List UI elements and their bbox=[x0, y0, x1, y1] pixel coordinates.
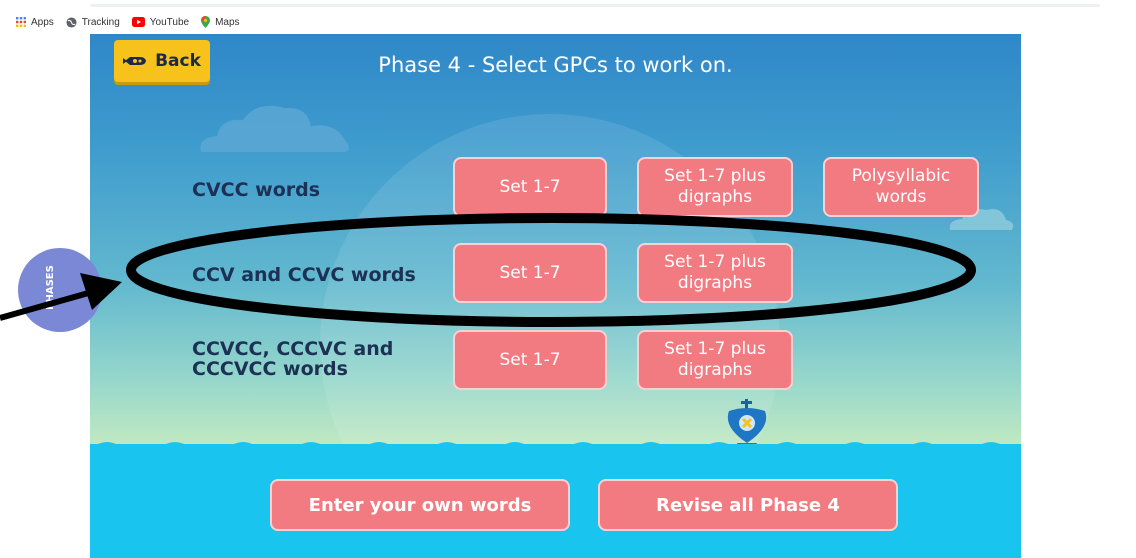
bookmarks-bar: Apps Tracking YouTube Maps bbox=[0, 10, 240, 34]
option-cvcc-polysyllabic[interactable]: Polysyllabic words bbox=[823, 157, 979, 217]
bookmark-maps[interactable]: Maps bbox=[201, 16, 240, 28]
browser-top-edge bbox=[0, 0, 1136, 10]
apps-grid-icon bbox=[16, 17, 26, 27]
bookmark-label: Maps bbox=[215, 16, 240, 28]
revise-all-phase-4-button[interactable]: Revise all Phase 4 bbox=[598, 479, 898, 531]
option-cvcc-set-1-7[interactable]: Set 1-7 bbox=[453, 157, 607, 217]
option-ccvcc-set-1-7-plus-digraphs[interactable]: Set 1-7 plus digraphs bbox=[637, 330, 793, 390]
bookmark-apps[interactable]: Apps bbox=[16, 17, 54, 28]
option-ccvc-set-1-7[interactable]: Set 1-7 bbox=[453, 243, 607, 303]
bookmark-label: Apps bbox=[31, 16, 54, 28]
game-panel: Back Phase 4 - Select GPCs to work on. C… bbox=[90, 34, 1021, 558]
row-label-cvcc: CVCC words bbox=[192, 179, 321, 201]
phases-side-tab[interactable]: PHASES bbox=[18, 248, 102, 332]
youtube-icon bbox=[131, 17, 145, 27]
globe-icon bbox=[66, 16, 77, 28]
page-title: Phase 4 - Select GPCs to work on. bbox=[378, 53, 733, 77]
option-cvcc-set-1-7-plus-digraphs[interactable]: Set 1-7 plus digraphs bbox=[637, 157, 793, 217]
bookmark-label: Tracking bbox=[81, 16, 120, 28]
bookmark-youtube[interactable]: YouTube bbox=[131, 16, 190, 28]
option-ccvcc-set-1-7[interactable]: Set 1-7 bbox=[453, 330, 607, 390]
row-label-ccvcc: CCVCC, CCCVC and CCCVCC words bbox=[192, 338, 394, 380]
address-bar-edge bbox=[90, 4, 1100, 7]
option-ccvc-set-1-7-plus-digraphs[interactable]: Set 1-7 plus digraphs bbox=[637, 243, 793, 303]
enter-own-words-button[interactable]: Enter your own words bbox=[270, 479, 570, 531]
row-label-ccv-ccvc: CCV and CCVC words bbox=[192, 264, 416, 286]
bookmark-tracking[interactable]: Tracking bbox=[66, 17, 120, 28]
phases-tab-label: PHASES bbox=[44, 265, 56, 310]
maps-pin-icon bbox=[201, 16, 211, 28]
cloud-left bbox=[200, 105, 349, 152]
bookmark-label: YouTube bbox=[149, 16, 190, 28]
